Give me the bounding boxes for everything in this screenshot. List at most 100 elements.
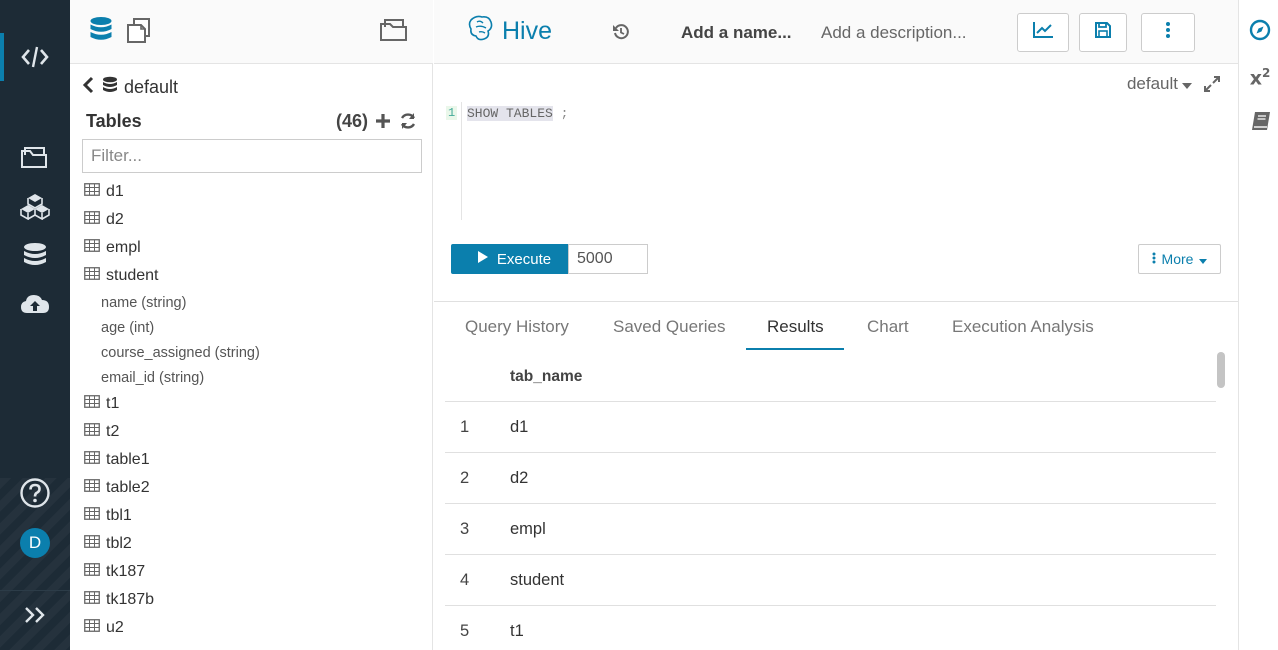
- database-icon: [102, 76, 118, 99]
- tab-results[interactable]: Results: [767, 317, 824, 337]
- table-item[interactable]: d1: [84, 178, 424, 206]
- table-item[interactable]: table2: [84, 474, 424, 502]
- code-terminator: ;: [560, 106, 569, 121]
- table-tree: d1 d2 empl student name (string) age (int) cou…: [84, 178, 424, 642]
- assist-sql-button[interactable]: [88, 16, 114, 46]
- chart-toggle-button[interactable]: [1017, 13, 1069, 52]
- nav-item-expand[interactable]: [0, 595, 70, 635]
- table-icon: [84, 563, 100, 581]
- table-row[interactable]: 5 t1: [445, 606, 1216, 650]
- row-index: 1: [460, 418, 470, 436]
- results-scrollbar[interactable]: [1217, 352, 1225, 388]
- nav-item-help[interactable]: [0, 473, 70, 513]
- table-row[interactable]: 1 d1: [445, 402, 1216, 453]
- engine-name: Hive: [502, 17, 553, 45]
- row-limit-input[interactable]: [568, 244, 648, 274]
- nav-item-user[interactable]: D: [0, 523, 70, 563]
- database-breadcrumb[interactable]: default: [82, 76, 178, 99]
- chevron-left-icon[interactable]: [82, 76, 96, 99]
- column-item[interactable]: email_id (string): [84, 365, 424, 390]
- row-value: d1: [510, 418, 529, 436]
- tab-saved-queries[interactable]: Saved Queries: [613, 317, 725, 337]
- avatar: D: [20, 528, 50, 558]
- assist-docs-button[interactable]: [125, 16, 153, 49]
- table-name: tbl2: [106, 535, 132, 552]
- table-row[interactable]: 4 student: [445, 555, 1216, 606]
- row-value: empl: [510, 520, 546, 538]
- query-history-button[interactable]: [611, 23, 631, 44]
- tab-query-history[interactable]: Query History: [465, 317, 569, 337]
- add-table-icon[interactable]: [374, 111, 392, 131]
- table-item[interactable]: tk187: [84, 558, 424, 586]
- nav-item-editor[interactable]: [0, 37, 70, 77]
- help-icon: [19, 477, 51, 509]
- table-row[interactable]: 3 empl: [445, 504, 1216, 555]
- tab-execution-analysis[interactable]: Execution Analysis: [952, 317, 1094, 337]
- sql-editor[interactable]: default 1 SHOW TABLES ; Execute More: [434, 64, 1238, 302]
- assist-files-button[interactable]: [379, 18, 409, 46]
- cloud-upload-icon: [20, 292, 50, 316]
- table-row[interactable]: 2 d2: [445, 453, 1216, 504]
- table-item[interactable]: table1: [84, 446, 424, 474]
- documents-icon: [125, 16, 153, 49]
- table-icon: [84, 211, 100, 229]
- row-value: d2: [510, 469, 529, 487]
- table-filter-input[interactable]: [82, 139, 422, 173]
- table-icon: [84, 479, 100, 497]
- more-actions-button[interactable]: [1141, 13, 1195, 52]
- column-header-tab-name[interactable]: tab_name: [510, 368, 582, 386]
- table-name: t1: [106, 395, 120, 412]
- context-selector[interactable]: default: [1127, 74, 1192, 94]
- documentation-button[interactable]: [1248, 110, 1274, 136]
- table-item[interactable]: tk187b: [84, 586, 424, 614]
- row-index: 4: [460, 571, 470, 589]
- table-item[interactable]: d2: [84, 206, 424, 234]
- code-line[interactable]: SHOW TABLES ;: [467, 106, 568, 121]
- row-index: 5: [460, 622, 470, 640]
- save-icon: [1094, 21, 1112, 44]
- table-icon: [84, 451, 100, 469]
- table-name: empl: [106, 239, 141, 256]
- table-name: table2: [106, 479, 150, 496]
- row-index: 3: [460, 520, 470, 538]
- table-name: d1: [106, 183, 124, 200]
- refresh-icon[interactable]: [398, 111, 418, 131]
- functions-button[interactable]: x2: [1246, 64, 1274, 92]
- column-item[interactable]: name (string): [84, 290, 424, 315]
- more-dropdown-button[interactable]: More: [1138, 244, 1221, 274]
- table-name: u2: [106, 619, 124, 636]
- table-item[interactable]: t2: [84, 418, 424, 446]
- query-description-field[interactable]: Add a description...: [821, 23, 967, 43]
- query-name-field[interactable]: Add a name...: [681, 23, 792, 43]
- nav-item-importer[interactable]: [0, 284, 70, 324]
- row-value: student: [510, 571, 565, 589]
- table-name: t2: [106, 423, 120, 440]
- nav-item-tables[interactable]: [0, 236, 70, 276]
- table-item[interactable]: tbl2: [84, 530, 424, 558]
- table-icon: [84, 239, 100, 257]
- table-item[interactable]: student: [84, 262, 424, 290]
- nav-item-files[interactable]: [0, 138, 70, 178]
- nav-item-jobs[interactable]: [0, 186, 70, 226]
- editor-header: Hive Add a name... Add a description...: [434, 0, 1238, 64]
- execute-button[interactable]: Execute: [451, 244, 577, 274]
- caret-down-icon: [1199, 251, 1208, 267]
- hive-logo: Hive: [468, 14, 552, 49]
- assistant-button[interactable]: [1248, 19, 1272, 44]
- table-item[interactable]: t1: [84, 390, 424, 418]
- context-value: default: [1126, 74, 1178, 93]
- results-table: tab_name 1 d1 2 d2 3 empl 4 student 5 t1: [445, 352, 1216, 650]
- editor-gutter: [461, 102, 462, 220]
- table-item[interactable]: u2: [84, 614, 424, 642]
- results-header-row: tab_name: [445, 352, 1216, 402]
- column-item[interactable]: course_assigned (string): [84, 340, 424, 365]
- expand-editor-button[interactable]: [1202, 75, 1222, 96]
- play-icon: [477, 250, 489, 268]
- save-button[interactable]: [1079, 13, 1127, 52]
- table-item[interactable]: empl: [84, 234, 424, 262]
- table-item[interactable]: tbl1: [84, 502, 424, 530]
- cubes-icon: [20, 192, 50, 220]
- column-item[interactable]: age (int): [84, 315, 424, 340]
- row-index: 2: [460, 469, 470, 487]
- tab-chart[interactable]: Chart: [867, 317, 909, 337]
